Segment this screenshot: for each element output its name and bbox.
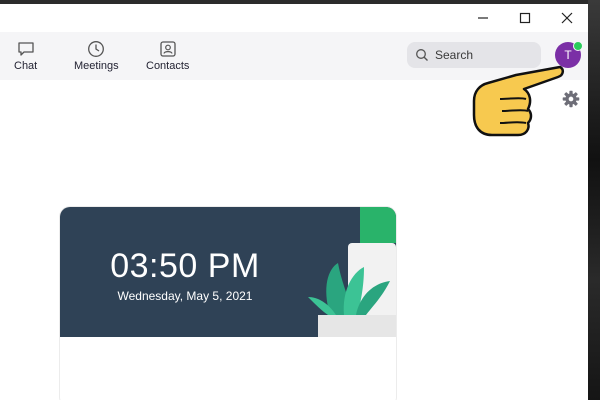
pointing-hand-icon [472,65,564,137]
desktop-background-right [588,0,600,400]
clock-card: 03:50 PM Wednesday, May 5, 2021 [60,207,396,400]
close-icon [561,12,573,24]
clock-date: Wednesday, May 5, 2021 [117,289,253,303]
nav-chat[interactable]: Chat [14,40,37,72]
clock-icon [86,40,106,58]
chat-icon [16,40,36,58]
presence-status-dot [573,41,583,51]
minimize-icon [478,17,488,19]
nav-contacts-label: Contacts [146,60,190,72]
minimize-button[interactable] [462,4,504,32]
contacts-icon [158,40,178,58]
title-bar [0,4,588,32]
search-icon [416,49,428,61]
maximize-button[interactable] [504,4,546,32]
clock-time: 03:50 PM [110,247,260,285]
clock-banner: 03:50 PM Wednesday, May 5, 2021 [60,207,396,337]
search-placeholder: Search [435,48,474,62]
nav-chat-label: Chat [14,60,38,72]
nav-meetings[interactable]: Meetings [74,40,119,72]
nav-meetings-label: Meetings [74,60,119,72]
close-button[interactable] [546,4,588,32]
nav-contacts[interactable]: Contacts [146,40,189,72]
maximize-icon [519,12,531,24]
app-window: Chat Meetings Contacts Search T 03:50 PM… [0,4,588,400]
